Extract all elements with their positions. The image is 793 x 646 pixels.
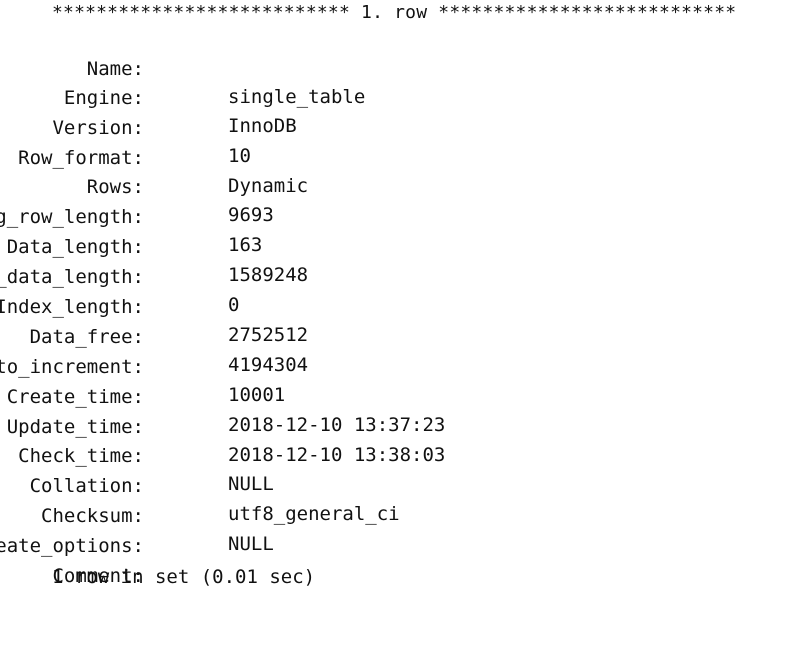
field-row-row-format: Row_format: Dynamic <box>0 116 720 197</box>
field-row-comment: Comment: <box>0 534 720 587</box>
field-row-create-options: Create_options: <box>0 504 720 557</box>
field-row-update-time: Update_time: 2018-12-10 13:38:03 <box>0 385 720 466</box>
field-row-version: Version: 10 <box>0 86 720 167</box>
field-row-collation: Collation: utf8_general_ci <box>0 444 720 525</box>
field-row-check-time: Check_time: NULL <box>0 414 720 495</box>
terminal-output: *************************** 1. row *****… <box>0 0 793 601</box>
field-row-auto-increment: Auto_increment: 10001 <box>0 325 720 406</box>
field-row-data-free: Data_free: 4194304 <box>0 295 720 376</box>
field-row-engine: Engine: InnoDB <box>0 56 720 137</box>
field-row-name: Name: single_table <box>0 27 720 108</box>
field-row-data-length: Data_length: 1589248 <box>0 205 720 286</box>
field-row-create-time: Create_time: 2018-12-10 13:37:23 <box>0 355 720 436</box>
field-row-checksum: Checksum: NULL <box>0 474 720 555</box>
field-row-avg-row-length: Avg_row_length: 163 <box>0 175 720 256</box>
field-row-rows: Rows: 9693 <box>0 145 720 226</box>
query-result-summary: 1 row in set (0.01 sec) <box>52 566 316 588</box>
row-separator-header: *************************** 1. row *****… <box>52 2 737 23</box>
field-row-index-length: Index_length: 2752512 <box>0 265 720 346</box>
field-row-max-data-length: Max_data_length: 0 <box>0 235 720 316</box>
